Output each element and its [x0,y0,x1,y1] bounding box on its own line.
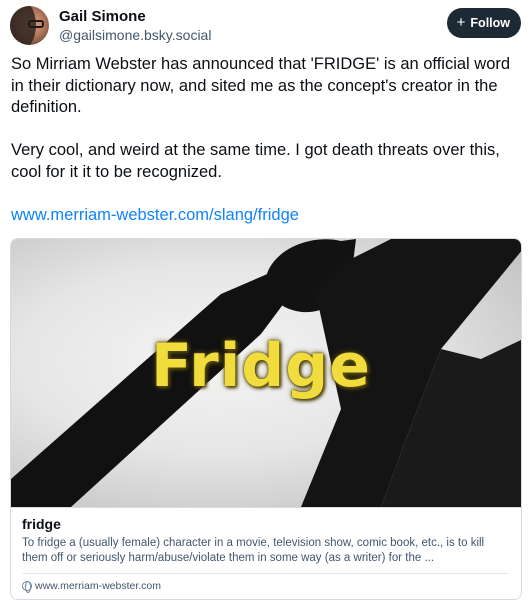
link-preview-title: fridge [22,516,61,532]
plus-icon: + [456,14,466,31]
fridge-image-text: Fridge [151,331,371,401]
post-header: Gail Simone @gailsimone.bsky.social + Fo… [8,6,523,46]
globe-icon [22,581,32,593]
follow-button[interactable]: + Follow [446,8,521,38]
avatar[interactable] [10,6,49,45]
avatar-glasses [28,20,44,28]
link-preview-domain: www.merriam-webster.com [22,574,509,593]
link-preview-image: Fridge [11,239,521,507]
author-name[interactable]: Gail Simone [59,8,146,25]
author-handle[interactable]: @gailsimone.bsky.social [59,27,211,43]
link-preview-description: To fridge a (usually female) character i… [22,537,485,564]
link-domain-text: www.merriam-webster.com [35,580,162,592]
post-paragraph: So Mirriam Webster has announced that 'F… [11,55,511,116]
post-body: So Mirriam Webster has announced that 'F… [11,54,521,248]
post-link[interactable]: www.merriam-webster.com/slang/fridge [11,206,299,224]
link-preview-body: fridge To fridge a (usually female) char… [11,507,521,593]
link-preview-card[interactable]: Fridge fridge To fridge a (usually femal… [10,238,522,600]
follow-label: Follow [470,16,510,30]
post-paragraph: Very cool, and weird at the same time. I… [11,141,500,181]
